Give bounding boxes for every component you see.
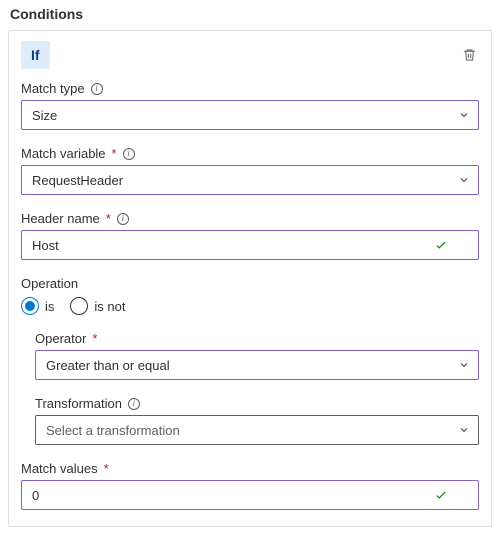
info-icon[interactable]: i [91, 83, 103, 95]
match-values-input[interactable]: 0 [21, 480, 479, 510]
operator-label: Operator [35, 331, 86, 346]
transformation-placeholder: Select a transformation [46, 423, 180, 438]
chevron-down-icon [458, 109, 470, 121]
header-name-value: Host [32, 238, 59, 253]
if-pill: If [21, 41, 50, 69]
condition-card: If Match type i Size Match variable * i … [8, 30, 492, 527]
match-variable-value: RequestHeader [32, 173, 123, 188]
required-asterisk: * [112, 146, 117, 161]
required-asterisk: * [104, 461, 109, 476]
operation-label: Operation [21, 276, 78, 291]
operation-is-radio[interactable]: is [21, 297, 54, 315]
chevron-down-icon [458, 359, 470, 371]
operation-is-not-label: is not [94, 299, 125, 314]
match-type-value: Size [32, 108, 57, 123]
match-variable-label: Match variable [21, 146, 106, 161]
transformation-select[interactable]: Select a transformation [35, 415, 479, 445]
operation-radio-group: is is not [21, 297, 479, 315]
chevron-down-icon [458, 174, 470, 186]
match-type-label: Match type [21, 81, 85, 96]
operator-value: Greater than or equal [46, 358, 170, 373]
operation-is-label: is [45, 299, 54, 314]
header-name-label: Header name [21, 211, 100, 226]
match-type-select[interactable]: Size [21, 100, 479, 130]
transformation-label: Transformation [35, 396, 122, 411]
chevron-down-icon [458, 424, 470, 436]
delete-button[interactable] [460, 45, 479, 65]
operation-is-not-radio[interactable]: is not [70, 297, 125, 315]
check-icon [434, 238, 448, 252]
match-values-label: Match values [21, 461, 98, 476]
trash-icon [462, 47, 477, 63]
match-variable-select[interactable]: RequestHeader [21, 165, 479, 195]
info-icon[interactable]: i [128, 398, 140, 410]
section-title: Conditions [10, 6, 492, 22]
info-icon[interactable]: i [117, 213, 129, 225]
info-icon[interactable]: i [123, 148, 135, 160]
operator-select[interactable]: Greater than or equal [35, 350, 479, 380]
required-asterisk: * [106, 211, 111, 226]
header-name-input[interactable]: Host [21, 230, 479, 260]
required-asterisk: * [92, 331, 97, 346]
match-values-value: 0 [32, 488, 39, 503]
check-icon [434, 488, 448, 502]
